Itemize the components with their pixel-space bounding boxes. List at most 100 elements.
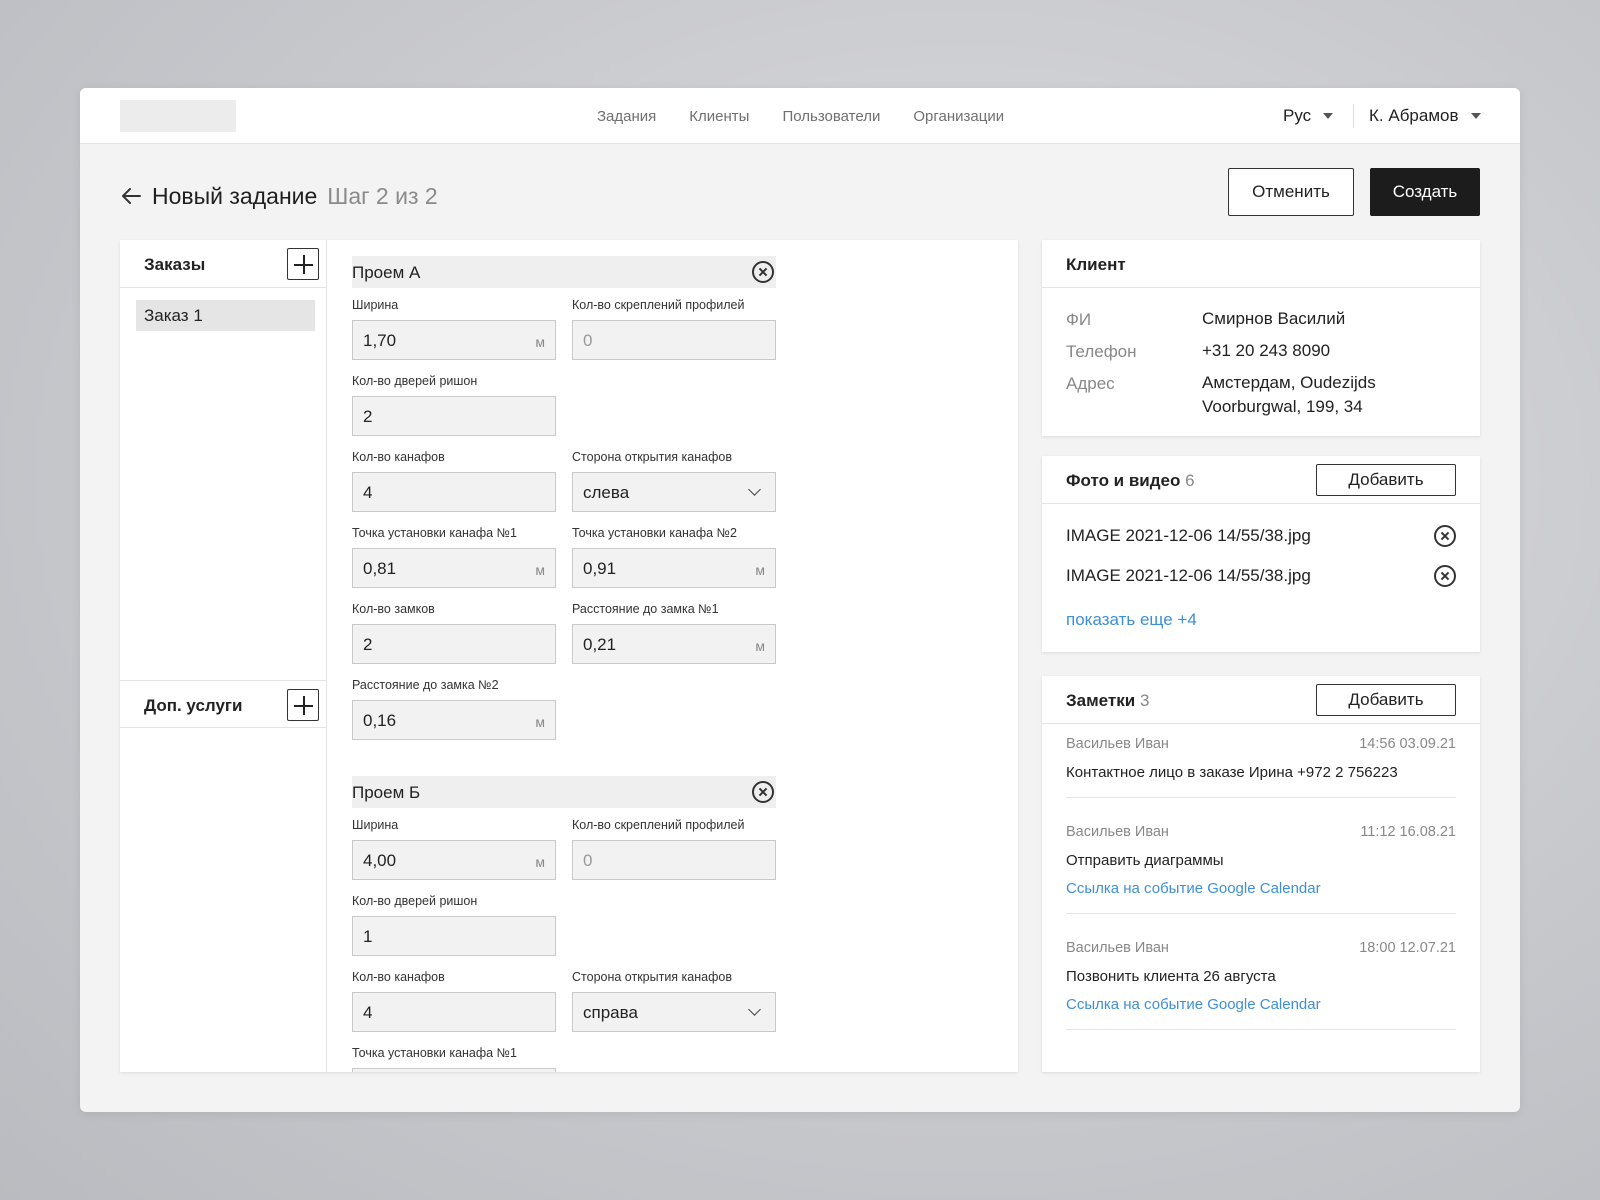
field-value: 0,91 [583, 559, 617, 578]
canopies-input[interactable]: 4 [352, 472, 556, 512]
doors-input[interactable]: 1 [352, 916, 556, 956]
field-value: 4 [363, 483, 373, 502]
opening-title: Проем А [352, 263, 421, 282]
client-phone-value: +31 20 243 8090 [1202, 341, 1331, 360]
chevron-down-icon [748, 483, 761, 496]
canopy-point-1-input[interactable]: 0,81 м [352, 548, 556, 588]
remove-file-icon[interactable] [1434, 525, 1456, 547]
unit-label: м [535, 714, 545, 730]
language-selector[interactable]: Рус [1283, 88, 1334, 144]
locks-field: Кол-во замков 2 [352, 602, 556, 664]
remove-file-icon[interactable] [1434, 565, 1456, 587]
nav-item-users[interactable]: Пользователи [782, 108, 880, 125]
field-label: Расстояние до замка №1 [572, 602, 719, 616]
orders-header: Заказы [120, 240, 327, 288]
calendar-link[interactable]: Ссылка на событие Google Calendar [1066, 880, 1321, 897]
orders-sidebar: Заказы Заказ 1 Доп. услуги [120, 240, 327, 1072]
field-label: Сторона открытия канафов [572, 450, 732, 464]
field-value: 0,16 [363, 711, 397, 730]
note-text: Отправить диаграммы [1066, 852, 1224, 869]
note-text: Контактное лицо в заказе Ирина +972 2 75… [1066, 764, 1398, 781]
order-list-item[interactable]: Заказ 1 [136, 300, 315, 331]
select-value: слева [583, 483, 630, 502]
show-more-link[interactable]: показать еще +4 [1066, 610, 1197, 630]
add-service-button[interactable] [287, 689, 319, 721]
page-title: Новый задание [152, 182, 318, 209]
lock-2-distance-input[interactable]: 0,16 м [352, 700, 556, 740]
media-title: Фото и видео 6 [1066, 471, 1195, 491]
page-header: Новый задание Шаг 2 из 2 [120, 176, 438, 216]
fasteners-input[interactable]: 0 [572, 320, 776, 360]
cancel-button[interactable]: Отменить [1228, 168, 1354, 216]
unit-label: м [535, 562, 545, 578]
select-value: справа [583, 1003, 638, 1022]
calendar-link[interactable]: Ссылка на событие Google Calendar [1066, 996, 1321, 1013]
client-address-line-1: Амстердам, Oudezijds [1202, 373, 1376, 392]
fasteners-field: Кол-во скреплений профилей 0 [572, 298, 776, 360]
width-input[interactable]: 4,00 м [352, 840, 556, 880]
nav-item-clients[interactable]: Клиенты [689, 108, 749, 125]
remove-opening-icon[interactable] [752, 261, 774, 283]
order-form-panel: Заказы Заказ 1 Доп. услуги Проем А Ширин… [120, 240, 1018, 1072]
file-name: IMAGE 2021-12-06 14/55/38.jpg [1066, 566, 1311, 585]
notes-title-text: Заметки [1066, 691, 1136, 710]
note-item: Васильев Иван 14:56 03.09.21 Контактное … [1066, 736, 1456, 798]
opening-side-select[interactable]: справа [572, 992, 776, 1032]
canopy-point-1-field: Точка установки канафа №1 [352, 1046, 556, 1072]
file-name: IMAGE 2021-12-06 14/55/38.jpg [1066, 526, 1311, 545]
field-label: Кол-во дверей ришон [352, 374, 478, 388]
field-label: Точка установки канафа №2 [572, 526, 737, 540]
media-file-item[interactable]: IMAGE 2021-12-06 14/55/38.jpg [1066, 524, 1456, 548]
opening-title: Проем Б [352, 783, 421, 802]
lock-1-distance-input[interactable]: 0,21 м [572, 624, 776, 664]
step-indicator: Шаг 2 из 2 [327, 182, 438, 209]
user-name: К. Абрамов [1369, 106, 1459, 125]
media-title-text: Фото и видео [1066, 471, 1181, 490]
doors-input[interactable]: 2 [352, 396, 556, 436]
top-navbar: Задания Клиенты Пользователи Организации… [80, 88, 1520, 144]
nav-item-tasks[interactable]: Задания [597, 108, 656, 125]
fasteners-input[interactable]: 0 [572, 840, 776, 880]
client-name-value: Смирнов Василий [1202, 309, 1346, 328]
field-value: 4,00 [363, 851, 397, 870]
canopies-input[interactable]: 4 [352, 992, 556, 1032]
notes-count: 3 [1139, 691, 1150, 710]
add-media-button[interactable]: Добавить [1316, 464, 1456, 496]
field-placeholder: 0 [583, 331, 593, 350]
note-text: Позвонить клиента 26 августа [1066, 968, 1276, 985]
canopy-point-2-input[interactable]: 0,91 м [572, 548, 776, 588]
width-input[interactable]: 1,70 м [352, 320, 556, 360]
create-button[interactable]: Создать [1370, 168, 1480, 216]
caret-down-icon [1323, 113, 1334, 119]
client-name-label: ФИ [1066, 310, 1092, 329]
note-author: Васильев Иван [1066, 824, 1169, 840]
note-item: Васильев Иван 18:00 12.07.21 Позвонить к… [1066, 940, 1456, 1030]
user-menu[interactable]: К. Абрамов [1369, 88, 1481, 144]
note-item: Васильев Иван 11:12 16.08.21 Отправить д… [1066, 824, 1456, 914]
notes-title: Заметки 3 [1066, 691, 1149, 711]
media-header: Фото и видео 6 Добавить [1042, 456, 1480, 504]
unit-label: м [535, 334, 545, 350]
field-label: Кол-во скреплений профилей [572, 298, 745, 312]
field-label: Кол-во дверей ришон [352, 894, 478, 908]
doors-field: Кол-во дверей ришон 1 [352, 894, 556, 956]
app-window: Задания Клиенты Пользователи Организации… [80, 88, 1520, 1112]
note-time: 11:12 16.08.21 [1360, 824, 1456, 840]
opening-b-header: Проем Б [352, 776, 776, 808]
field-value: 2 [363, 635, 373, 654]
width-field: Ширина 4,00 м [352, 818, 556, 880]
field-label: Кол-во канафов [352, 450, 445, 464]
add-note-button[interactable]: Добавить [1316, 684, 1456, 716]
language-label: Рус [1283, 106, 1312, 125]
canopy-point-1-input[interactable] [352, 1068, 556, 1072]
note-author: Васильев Иван [1066, 736, 1169, 752]
nav-item-organizations[interactable]: Организации [913, 108, 1004, 125]
add-order-button[interactable] [287, 248, 319, 280]
lock-2-distance-field: Расстояние до замка №2 0,16 м [352, 678, 556, 740]
opening-side-select[interactable]: слева [572, 472, 776, 512]
locks-input[interactable]: 2 [352, 624, 556, 664]
field-label: Точка установки канафа №1 [352, 1046, 517, 1060]
media-file-item[interactable]: IMAGE 2021-12-06 14/55/38.jpg [1066, 564, 1456, 588]
remove-opening-icon[interactable] [752, 781, 774, 803]
arrow-left-icon[interactable] [120, 185, 142, 207]
